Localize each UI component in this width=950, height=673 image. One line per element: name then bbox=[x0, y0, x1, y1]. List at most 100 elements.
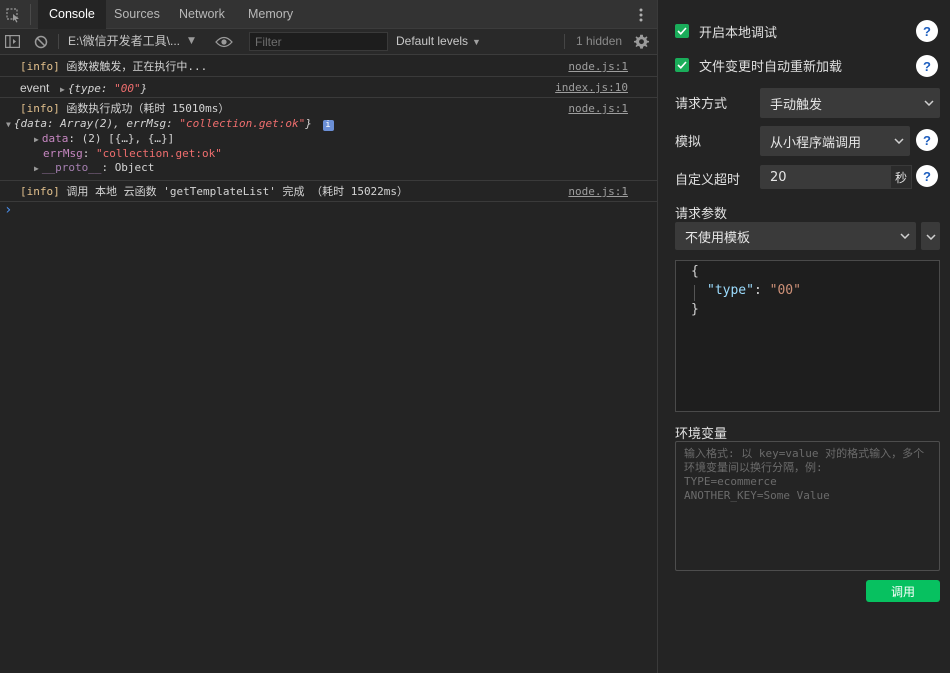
chevron-down-icon bbox=[924, 88, 934, 118]
object-summary: {data: Array(2), errMsg: bbox=[13, 117, 180, 130]
devtools-pane: Console Sources Network Memory E:\微信开发者工… bbox=[0, 0, 657, 673]
auto-reload-label: 文件变更时自动重新加载 bbox=[699, 59, 843, 75]
log-source-link[interactable]: index.js:10 bbox=[555, 81, 628, 95]
object-preview-value: "00" bbox=[114, 82, 141, 95]
sidebar-toggle-icon[interactable] bbox=[2, 29, 22, 54]
info-badge-icon[interactable]: i bbox=[322, 120, 334, 131]
log-tag: [info] bbox=[20, 185, 60, 198]
collapse-triangle-icon[interactable]: ▼ bbox=[6, 120, 11, 129]
log-source-link[interactable]: node.js:1 bbox=[568, 102, 628, 116]
object-property-proto[interactable]: ▶ __proto__: Object bbox=[20, 161, 657, 176]
log-tag: [info] bbox=[20, 102, 60, 115]
clear-console-icon[interactable] bbox=[31, 29, 51, 54]
object-preview[interactable]: {type: bbox=[68, 82, 114, 95]
log-levels-label: Default levels bbox=[396, 34, 469, 48]
console-toolbar: E:\微信开发者工具\... ▼ Default levels▼ 1 hidde… bbox=[0, 29, 657, 55]
toolbar-separator bbox=[58, 34, 59, 49]
devtools-tabbar: Console Sources Network Memory bbox=[0, 0, 657, 29]
tab-console[interactable]: Console bbox=[38, 0, 106, 29]
request-method-select[interactable]: 手动触发 bbox=[760, 88, 940, 118]
expand-triangle-icon[interactable]: ▶ bbox=[34, 135, 39, 144]
simulate-label: 模拟 bbox=[675, 135, 702, 150]
console-settings-gear-icon[interactable] bbox=[631, 29, 651, 54]
request-params-editor[interactable]: { "type": "00" } bbox=[675, 260, 940, 412]
object-property-errmsg: errMsg: "collection.get:ok" bbox=[43, 147, 222, 160]
log-tag: [info] bbox=[20, 60, 60, 73]
more-options-icon[interactable] bbox=[628, 0, 654, 29]
tab-sources[interactable]: Sources bbox=[103, 0, 171, 29]
params-template-menu-button[interactable] bbox=[921, 222, 940, 250]
local-debug-label: 开启本地调试 bbox=[699, 25, 778, 41]
timeout-label: 自定义超时 bbox=[675, 173, 741, 188]
expand-triangle-icon[interactable]: ▶ bbox=[34, 164, 39, 173]
indent-guide bbox=[694, 285, 695, 301]
hidden-count: 1 hidden bbox=[576, 34, 623, 48]
json-colon: : bbox=[753, 283, 770, 298]
help-icon[interactable]: ? bbox=[916, 55, 938, 77]
env-vars-label: 环境变量 bbox=[675, 427, 728, 442]
simulate-select[interactable]: 从小程序端调用 bbox=[760, 126, 910, 156]
console-prompt[interactable]: › bbox=[4, 202, 12, 218]
log-message: 函数执行成功（耗时 15010ms） bbox=[66, 102, 230, 115]
property-key: data bbox=[41, 132, 69, 145]
cloud-function-debug-panel: 开启本地调试 ? 文件变更时自动重新加载 ? 请求方式 手动触发 模拟 从小程序… bbox=[658, 0, 950, 673]
chevron-down-icon bbox=[925, 229, 936, 244]
object-summary-row[interactable]: ▼ {data: Array(2), errMsg: "collection.ge… bbox=[6, 117, 657, 132]
log-label: event bbox=[20, 81, 50, 95]
tab-network[interactable]: Network bbox=[168, 0, 236, 29]
request-method-label: 请求方式 bbox=[675, 97, 728, 112]
checkbox-checked-icon[interactable] bbox=[675, 24, 689, 38]
editor-line: { bbox=[691, 264, 699, 279]
log-message: 调用 本地 云函数 'getTemplateList' 完成 （耗时 15022… bbox=[66, 185, 409, 198]
help-icon[interactable]: ? bbox=[916, 129, 938, 151]
help-icon[interactable]: ? bbox=[916, 20, 938, 42]
tabbar-separator bbox=[30, 4, 31, 25]
levels-caret-icon: ▼ bbox=[472, 37, 481, 47]
live-expression-eye-icon[interactable] bbox=[213, 29, 235, 54]
timeout-unit: 秒 bbox=[890, 165, 912, 189]
params-template-select[interactable]: 不使用模板 bbox=[675, 222, 916, 250]
property-value: (2) [{…}, {…}] bbox=[81, 132, 175, 145]
chevron-down-icon bbox=[894, 126, 904, 156]
context-selector[interactable]: E:\微信开发者工具\... bbox=[68, 29, 180, 54]
request-method-value: 手动触发 bbox=[770, 97, 823, 113]
log-entry: [info] 调用 本地 云函数 'getTemplateList' 完成 （耗… bbox=[0, 181, 657, 202]
object-property-data[interactable]: ▶ data: (2) [{…}, {…}] bbox=[20, 132, 657, 147]
context-caret-icon[interactable]: ▼ bbox=[188, 29, 195, 54]
json-value: "00" bbox=[769, 283, 801, 298]
object-preview-close: } bbox=[140, 82, 148, 95]
console-log-list: [info] 函数被触发，正在执行中... node.js:1 event ▶{… bbox=[0, 56, 657, 202]
expand-triangle-icon[interactable]: ▶ bbox=[60, 85, 65, 94]
tab-memory[interactable]: Memory bbox=[237, 0, 304, 29]
log-entry: event ▶ {type: "00"} index.js:10 bbox=[0, 77, 657, 98]
simulate-value: 从小程序端调用 bbox=[770, 135, 862, 151]
log-message: 函数被触发，正在执行中... bbox=[66, 60, 208, 73]
object-summary-close: } bbox=[305, 117, 312, 130]
help-icon[interactable]: ? bbox=[916, 165, 938, 187]
auto-reload-toggle[interactable]: 文件变更时自动重新加载 bbox=[675, 55, 842, 75]
log-levels-dropdown[interactable]: Default levels ▼ bbox=[396, 29, 481, 54]
chevron-down-icon bbox=[900, 222, 910, 250]
editor-line: } bbox=[691, 302, 699, 317]
inspect-element-icon[interactable] bbox=[0, 0, 26, 29]
request-params-label: 请求参数 bbox=[675, 207, 728, 222]
property-key: __proto__ bbox=[41, 161, 102, 174]
object-summary-value: "collection.get:ok" bbox=[179, 117, 306, 130]
timeout-input[interactable] bbox=[760, 165, 890, 189]
local-debug-toggle[interactable]: 开启本地调试 bbox=[675, 21, 777, 41]
filter-input[interactable] bbox=[249, 32, 388, 51]
property-key: errMsg bbox=[43, 147, 83, 160]
log-entry: [info] 函数被触发，正在执行中... node.js:1 bbox=[0, 56, 657, 77]
env-vars-textarea[interactable] bbox=[675, 441, 940, 571]
log-entry: [info] 函数执行成功（耗时 15010ms） node.js:1 ▼ {da… bbox=[0, 98, 657, 181]
json-key: "type" bbox=[707, 283, 754, 298]
log-source-link[interactable]: node.js:1 bbox=[568, 60, 628, 74]
toolbar-separator bbox=[564, 34, 565, 49]
editor-line: "type": "00" bbox=[707, 283, 801, 298]
checkbox-checked-icon[interactable] bbox=[675, 58, 689, 72]
params-template-value: 不使用模板 bbox=[685, 230, 751, 246]
invoke-button[interactable]: 调用 bbox=[866, 580, 940, 602]
log-source-link[interactable]: node.js:1 bbox=[568, 185, 628, 199]
property-value: "collection.get:ok" bbox=[96, 147, 222, 160]
property-value: Object bbox=[114, 161, 155, 174]
